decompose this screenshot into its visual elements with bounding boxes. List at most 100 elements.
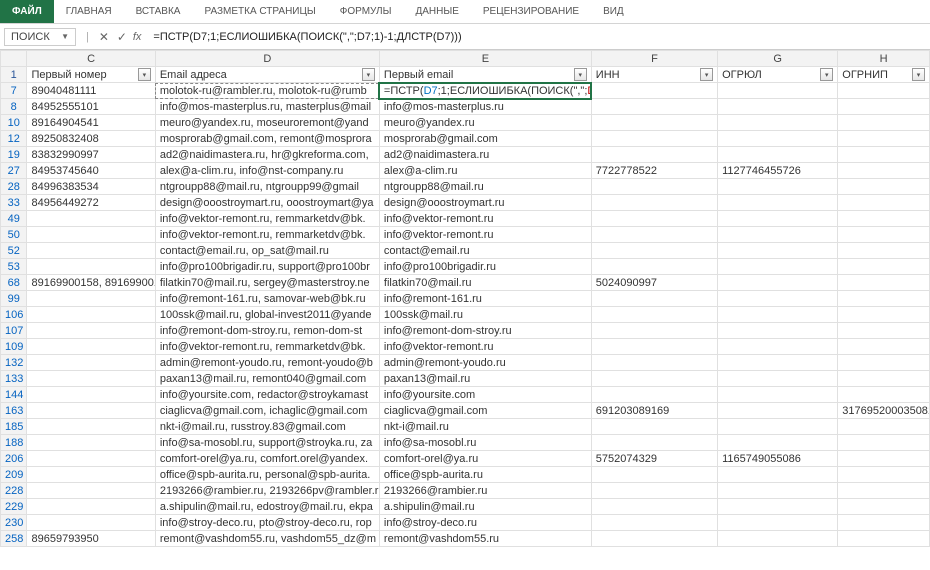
cell-G[interactable] — [718, 531, 838, 547]
ribbon-tab-разметка страницы[interactable]: РАЗМЕТКА СТРАНИЦЫ — [192, 0, 327, 23]
cell-D[interactable]: mosprorab@gmail.com, remont@mosprora — [155, 131, 379, 147]
cell-D[interactable]: a.shipulin@mail.ru, edostroy@mail.ru, ek… — [155, 499, 379, 515]
cell-F[interactable]: 5752074329 — [591, 451, 717, 467]
cell-G[interactable] — [718, 483, 838, 499]
cell-E[interactable]: design@ooostroymart.ru — [379, 195, 591, 211]
spreadsheet-grid[interactable]: CDEFGH 1Первый номер▾Email адреса▾Первый… — [0, 50, 930, 547]
cell-G[interactable] — [718, 371, 838, 387]
cell-D[interactable]: ciaglicva@gmail.com, ichaglic@gmail.com — [155, 403, 379, 419]
cell-E[interactable]: ntgroupp88@mail.ru — [379, 179, 591, 195]
cell-D[interactable]: paxan13@mail.ru, remont040@gmail.com — [155, 371, 379, 387]
cell-C[interactable]: 83832990997 — [27, 147, 155, 163]
row-header[interactable]: 230 — [1, 515, 27, 531]
cell-F[interactable] — [591, 243, 717, 259]
cell-F[interactable] — [591, 131, 717, 147]
cell-E[interactable]: contact@email.ru — [379, 243, 591, 259]
cell-E[interactable]: =ПСТР(D7;1;ЕСЛИОШИБКА(ПОИСК(",";D7;1)-1;… — [379, 83, 591, 99]
header-cell-C[interactable]: Первый номер▾ — [27, 67, 155, 83]
cell-D[interactable]: meuro@yandex.ru, moseuroremont@yand — [155, 115, 379, 131]
cell-D[interactable]: info@pro100brigadir.ru, support@pro100br — [155, 259, 379, 275]
filter-dropdown-icon[interactable]: ▾ — [700, 68, 713, 81]
row-header[interactable]: 19 — [1, 147, 27, 163]
cell-G[interactable] — [718, 83, 838, 99]
row-header[interactable]: 229 — [1, 499, 27, 515]
column-header-D[interactable]: D — [155, 51, 379, 67]
cell-G[interactable] — [718, 323, 838, 339]
cell-F[interactable] — [591, 259, 717, 275]
cell-H[interactable] — [838, 243, 930, 259]
cell-H[interactable] — [838, 339, 930, 355]
row-header[interactable]: 8 — [1, 99, 27, 115]
cell-F[interactable] — [591, 307, 717, 323]
cell-E[interactable]: info@yoursite.com — [379, 387, 591, 403]
cell-H[interactable] — [838, 211, 930, 227]
cell-E[interactable]: info@vektor-remont.ru — [379, 227, 591, 243]
cell-G[interactable] — [718, 275, 838, 291]
cell-C[interactable] — [27, 371, 155, 387]
cell-D[interactable]: ntgroupp88@mail.ru, ntgroupp99@gmail — [155, 179, 379, 195]
row-header[interactable]: 33 — [1, 195, 27, 211]
ribbon-tab-формулы[interactable]: ФОРМУЛЫ — [328, 0, 404, 23]
cell-D[interactable]: alex@a-clim.ru, info@nst-company.ru — [155, 163, 379, 179]
cell-C[interactable] — [27, 387, 155, 403]
cell-G[interactable] — [718, 259, 838, 275]
cell-G[interactable] — [718, 387, 838, 403]
row-header[interactable]: 50 — [1, 227, 27, 243]
cell-E[interactable]: office@spb-aurita.ru — [379, 467, 591, 483]
cell-E[interactable]: alex@a-clim.ru — [379, 163, 591, 179]
cell-G[interactable] — [718, 403, 838, 419]
cell-E[interactable]: admin@remont-youdo.ru — [379, 355, 591, 371]
cell-G[interactable] — [718, 227, 838, 243]
row-header[interactable]: 52 — [1, 243, 27, 259]
row-header[interactable]: 206 — [1, 451, 27, 467]
cell-E[interactable]: nkt-i@mail.ru — [379, 419, 591, 435]
cell-D[interactable]: info@stroy-deco.ru, pto@stroy-deco.ru, r… — [155, 515, 379, 531]
cell-D[interactable]: comfort-orel@ya.ru, comfort.orel@yandex. — [155, 451, 379, 467]
filter-dropdown-icon[interactable]: ▾ — [820, 68, 833, 81]
cell-F[interactable] — [591, 483, 717, 499]
ribbon-tab-вставка[interactable]: ВСТАВКА — [124, 0, 193, 23]
column-header-H[interactable]: H — [838, 51, 930, 67]
row-header[interactable]: 144 — [1, 387, 27, 403]
cell-E[interactable]: ciaglicva@gmail.com — [379, 403, 591, 419]
cell-D[interactable]: info@remont-dom-stroy.ru, remon-dom-st — [155, 323, 379, 339]
cell-F[interactable] — [591, 371, 717, 387]
cell-E[interactable]: info@stroy-deco.ru — [379, 515, 591, 531]
cell-G[interactable] — [718, 99, 838, 115]
cell-C[interactable] — [27, 419, 155, 435]
cell-G[interactable] — [718, 243, 838, 259]
cell-C[interactable] — [27, 499, 155, 515]
cell-G[interactable] — [718, 339, 838, 355]
cell-F[interactable] — [591, 419, 717, 435]
cell-D[interactable]: filatkin70@mail.ru, sergey@masterstroy.n… — [155, 275, 379, 291]
row-header[interactable]: 7 — [1, 83, 27, 99]
cell-G[interactable] — [718, 355, 838, 371]
cell-F[interactable] — [591, 339, 717, 355]
cell-D[interactable]: 2193266@rambier.ru, 2193266pv@rambler.r — [155, 483, 379, 499]
name-box[interactable]: ПОИСК ▼ — [4, 28, 76, 46]
cell-H[interactable] — [838, 419, 930, 435]
filter-dropdown-icon[interactable]: ▾ — [362, 68, 375, 81]
header-cell-E[interactable]: Первый email▾ — [379, 67, 591, 83]
cell-E[interactable]: remont@vashdom55.ru — [379, 531, 591, 547]
row-header[interactable]: 68 — [1, 275, 27, 291]
cell-E[interactable]: 100ssk@mail.ru — [379, 307, 591, 323]
cell-E[interactable]: info@mos-masterplus.ru — [379, 99, 591, 115]
cell-H[interactable] — [838, 355, 930, 371]
cell-H[interactable] — [838, 291, 930, 307]
cell-H[interactable] — [838, 259, 930, 275]
cell-D[interactable]: contact@email.ru, op_sat@mail.ru — [155, 243, 379, 259]
row-header[interactable]: 10 — [1, 115, 27, 131]
cell-F[interactable] — [591, 531, 717, 547]
cell-H[interactable] — [838, 451, 930, 467]
cell-G[interactable] — [718, 179, 838, 195]
cell-H[interactable] — [838, 483, 930, 499]
cell-F[interactable] — [591, 435, 717, 451]
cell-H[interactable] — [838, 467, 930, 483]
cell-F[interactable]: 7722778522 — [591, 163, 717, 179]
cell-F[interactable] — [591, 291, 717, 307]
ribbon-tab-вид[interactable]: ВИД — [591, 0, 636, 23]
filter-dropdown-icon[interactable]: ▾ — [574, 68, 587, 81]
row-header[interactable]: 188 — [1, 435, 27, 451]
cell-E[interactable]: meuro@yandex.ru — [379, 115, 591, 131]
